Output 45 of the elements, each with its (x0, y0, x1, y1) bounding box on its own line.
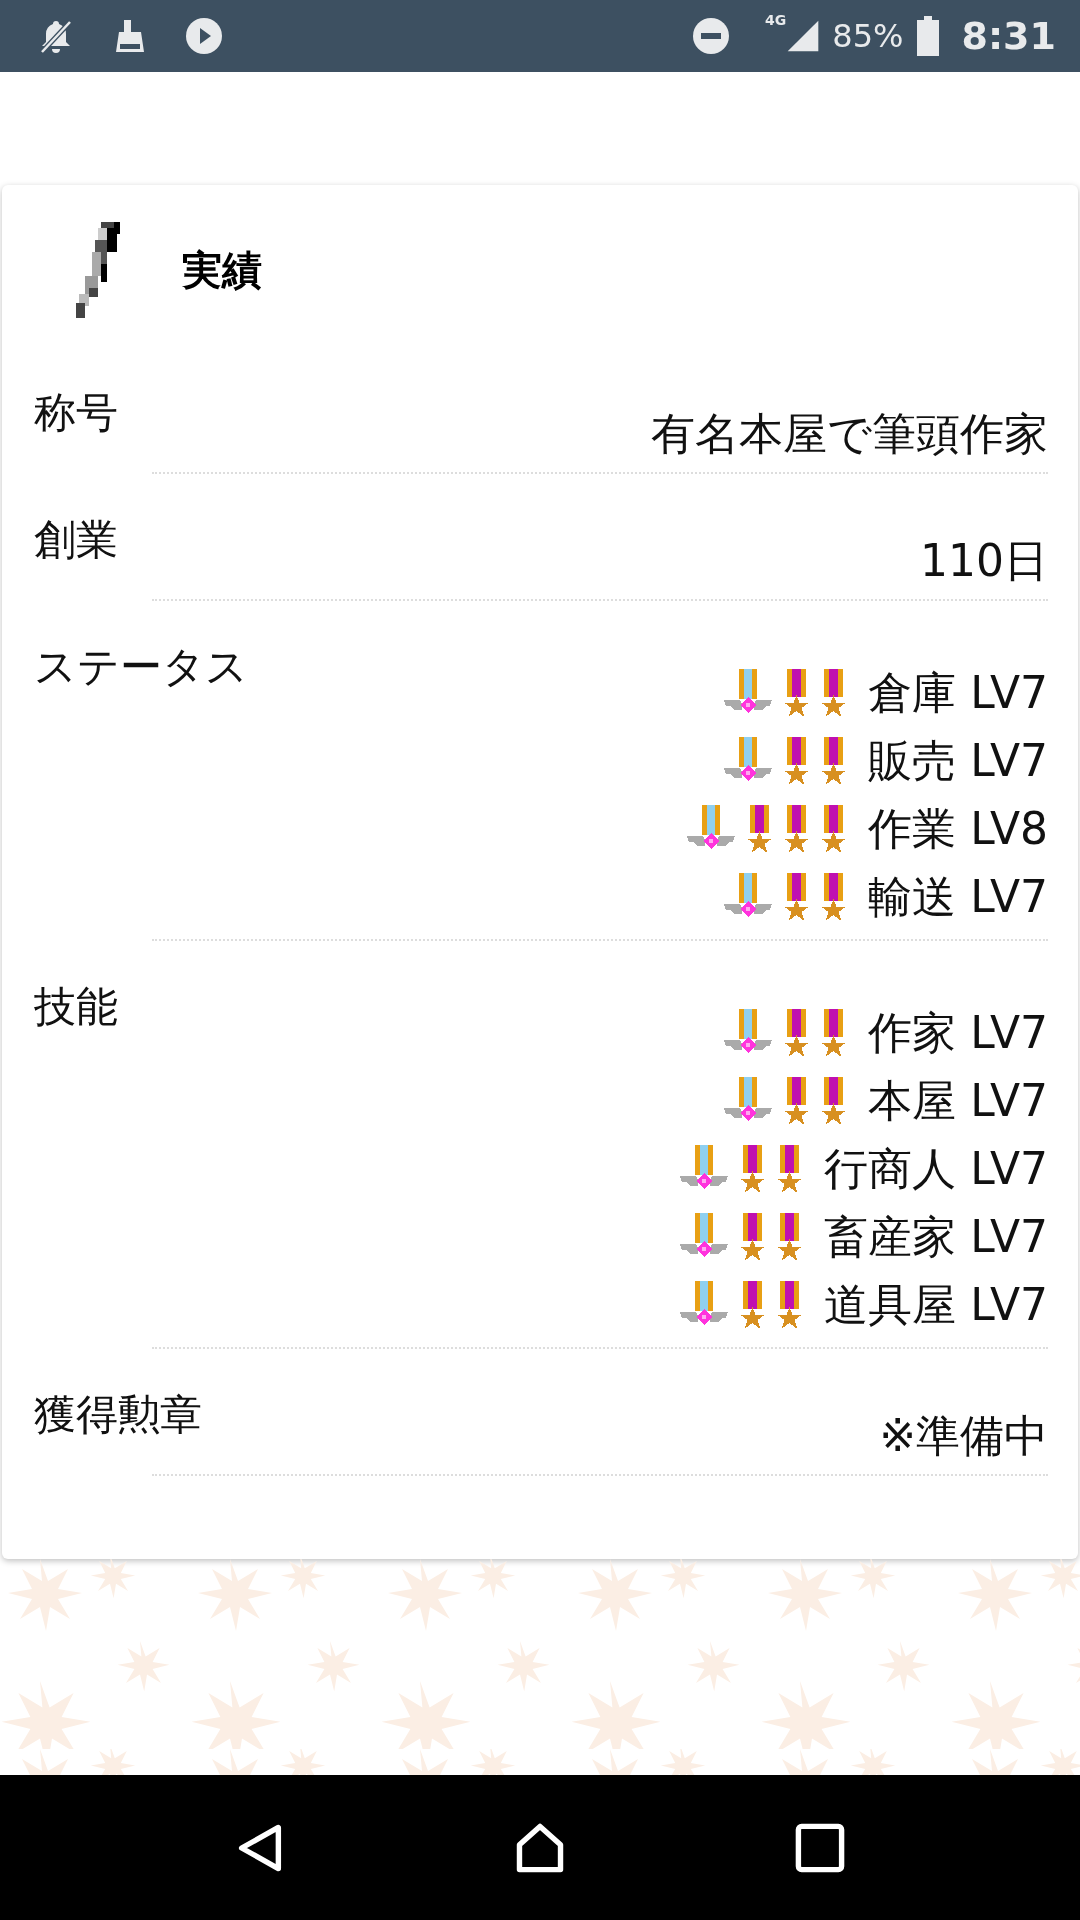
row-value: 110日 (920, 534, 1048, 588)
row-value: 有名本屋で筆頭作家 (651, 407, 1048, 461)
level-text: 道具屋 LV7 (824, 1277, 1048, 1332)
star-medal-icon (740, 1213, 766, 1261)
star-medal-icon (740, 1281, 766, 1329)
star-medal-icon (821, 1077, 847, 1125)
level-text: 畜産家 LV7 (824, 1209, 1048, 1264)
battery-percent: 85% (832, 17, 904, 55)
star-medal-icon (821, 1009, 847, 1057)
row-label: 技能 (34, 981, 118, 1033)
star-medal-icon (777, 1145, 803, 1193)
row-value: ※準備中 (879, 1409, 1048, 1463)
signal-icon (786, 19, 821, 53)
star-medal-icon (784, 737, 810, 785)
level-text: 本屋 LV7 (868, 1073, 1048, 1128)
row-label: 獲得勲章 (34, 1389, 202, 1441)
level-text: 行商人 LV7 (824, 1141, 1048, 1196)
star-medal-icon (777, 1281, 803, 1329)
card-title: 実績 (182, 245, 262, 295)
level-text: 倉庫 LV7 (868, 665, 1048, 720)
star-medal-icon (777, 1213, 803, 1261)
level-text: 輸送 LV7 (868, 869, 1048, 924)
star-medal-icon (784, 669, 810, 717)
row-label: 創業 (34, 514, 118, 566)
star-medal-icon (784, 873, 810, 921)
clock: 8:31 (961, 14, 1056, 58)
row-label: ステータス (34, 641, 248, 693)
level-text: 販売 LV7 (868, 733, 1048, 788)
star-medal-icon (821, 805, 847, 853)
star-medal-icon (784, 1077, 810, 1125)
row-label: 称号 (34, 387, 118, 439)
star-medal-icon (740, 1145, 766, 1193)
do-not-disturb-icon (691, 16, 732, 56)
star-medal-icon (821, 873, 847, 921)
star-medal-icon (821, 737, 847, 785)
star-medal-icon (784, 1009, 810, 1057)
play-icon (184, 16, 224, 56)
star-medal-icon (747, 805, 773, 853)
battery-icon (917, 16, 940, 56)
star-medal-icon (784, 805, 810, 853)
level-text: 作家 LV7 (868, 1005, 1048, 1060)
star-medal-icon (821, 669, 847, 717)
pen-icon (76, 222, 120, 318)
level-text: 作業 LV8 (868, 801, 1048, 856)
network-label: 4G (765, 12, 787, 28)
